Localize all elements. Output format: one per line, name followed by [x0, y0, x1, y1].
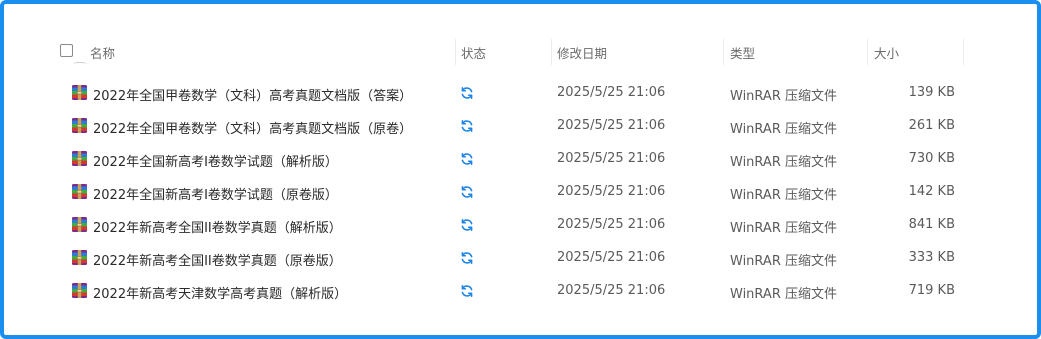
sync-icon	[461, 120, 473, 132]
file-modified-date: 2025/5/25 21:06	[557, 217, 666, 232]
column-divider[interactable]	[963, 39, 964, 65]
column-header-type[interactable]: 类型	[730, 43, 755, 62]
file-size: 139 KB	[908, 85, 955, 100]
file-size: 333 KB	[908, 250, 955, 265]
file-size: 719 KB	[908, 283, 955, 298]
winrar-archive-icon	[72, 85, 87, 100]
file-name: 2022年新高考天津数学高考真题（解析版）	[93, 287, 348, 302]
column-header-row: 名称 状态 修改日期 类型 大小	[4, 37, 1037, 65]
winrar-archive-icon	[72, 283, 87, 298]
file-list: 2022年全国甲卷数学（文科）高考真题文档版（答案） 2025/5/25 21:…	[4, 76, 1037, 307]
file-modified-date: 2025/5/25 21:06	[557, 151, 666, 166]
column-header-status[interactable]: 状态	[461, 43, 486, 62]
file-modified-date: 2025/5/25 21:06	[557, 85, 666, 100]
sync-icon	[461, 87, 473, 99]
file-row[interactable]: 2022年全国新高考I卷数学试题（解析版） 2025/5/25 21:06 Wi…	[4, 142, 1037, 175]
file-size: 142 KB	[908, 184, 955, 199]
file-type: WinRAR 压缩文件	[730, 221, 837, 236]
sync-icon	[461, 252, 473, 264]
column-divider[interactable]	[867, 39, 868, 65]
file-type: WinRAR 压缩文件	[730, 89, 837, 104]
file-name: 2022年新高考全国II卷数学真题（原卷版）	[93, 254, 342, 269]
winrar-archive-icon	[72, 151, 87, 166]
file-row[interactable]: 2022年新高考天津数学高考真题（解析版） 2025/5/25 21:06 Wi…	[4, 274, 1037, 307]
winrar-archive-icon	[72, 184, 87, 199]
sync-icon	[461, 186, 473, 198]
file-row[interactable]: 2022年全国甲卷数学（文科）高考真题文档版（答案） 2025/5/25 21:…	[4, 76, 1037, 109]
file-type: WinRAR 压缩文件	[730, 155, 837, 170]
file-row[interactable]: 2022年新高考全国II卷数学真题（原卷版） 2025/5/25 21:06 W…	[4, 241, 1037, 274]
sync-icon	[461, 219, 473, 231]
file-modified-date: 2025/5/25 21:06	[557, 118, 666, 133]
scroll-indicator	[73, 62, 87, 66]
file-size: 841 KB	[908, 217, 955, 232]
winrar-archive-icon	[72, 217, 87, 232]
file-modified-date: 2025/5/25 21:06	[557, 250, 666, 265]
select-all-checkbox[interactable]	[60, 44, 73, 57]
file-type: WinRAR 压缩文件	[730, 122, 837, 137]
column-header-modified[interactable]: 修改日期	[557, 43, 607, 62]
file-row[interactable]: 2022年全国新高考I卷数学试题（原卷版） 2025/5/25 21:06 Wi…	[4, 175, 1037, 208]
file-size: 261 KB	[908, 118, 955, 133]
file-type: WinRAR 压缩文件	[730, 254, 837, 269]
sync-icon	[461, 285, 473, 297]
sync-icon	[461, 153, 473, 165]
column-header-name[interactable]: 名称	[90, 43, 115, 62]
file-row[interactable]: 2022年全国甲卷数学（文科）高考真题文档版（原卷） 2025/5/25 21:…	[4, 109, 1037, 142]
file-modified-date: 2025/5/25 21:06	[557, 184, 666, 199]
file-name: 2022年全国新高考I卷数学试题（原卷版）	[93, 188, 338, 203]
column-divider[interactable]	[723, 39, 724, 65]
column-divider[interactable]	[455, 39, 456, 65]
column-divider[interactable]	[551, 39, 552, 65]
file-name: 2022年全国新高考I卷数学试题（解析版）	[93, 155, 338, 170]
file-name: 2022年新高考全国II卷数学真题（解析版）	[93, 221, 342, 236]
winrar-archive-icon	[72, 250, 87, 265]
column-header-size[interactable]: 大小	[874, 43, 899, 62]
file-name: 2022年全国甲卷数学（文科）高考真题文档版（原卷）	[93, 122, 413, 137]
file-name: 2022年全国甲卷数学（文科）高考真题文档版（答案）	[93, 89, 413, 104]
winrar-archive-icon	[72, 118, 87, 133]
file-list-window: 名称 状态 修改日期 类型 大小 2022年全国甲卷数学（文科）高考真题文档版（…	[0, 0, 1041, 339]
file-type: WinRAR 压缩文件	[730, 188, 837, 203]
file-size: 730 KB	[908, 151, 955, 166]
file-modified-date: 2025/5/25 21:06	[557, 283, 666, 298]
file-row[interactable]: 2022年新高考全国II卷数学真题（解析版） 2025/5/25 21:06 W…	[4, 208, 1037, 241]
file-type: WinRAR 压缩文件	[730, 287, 837, 302]
